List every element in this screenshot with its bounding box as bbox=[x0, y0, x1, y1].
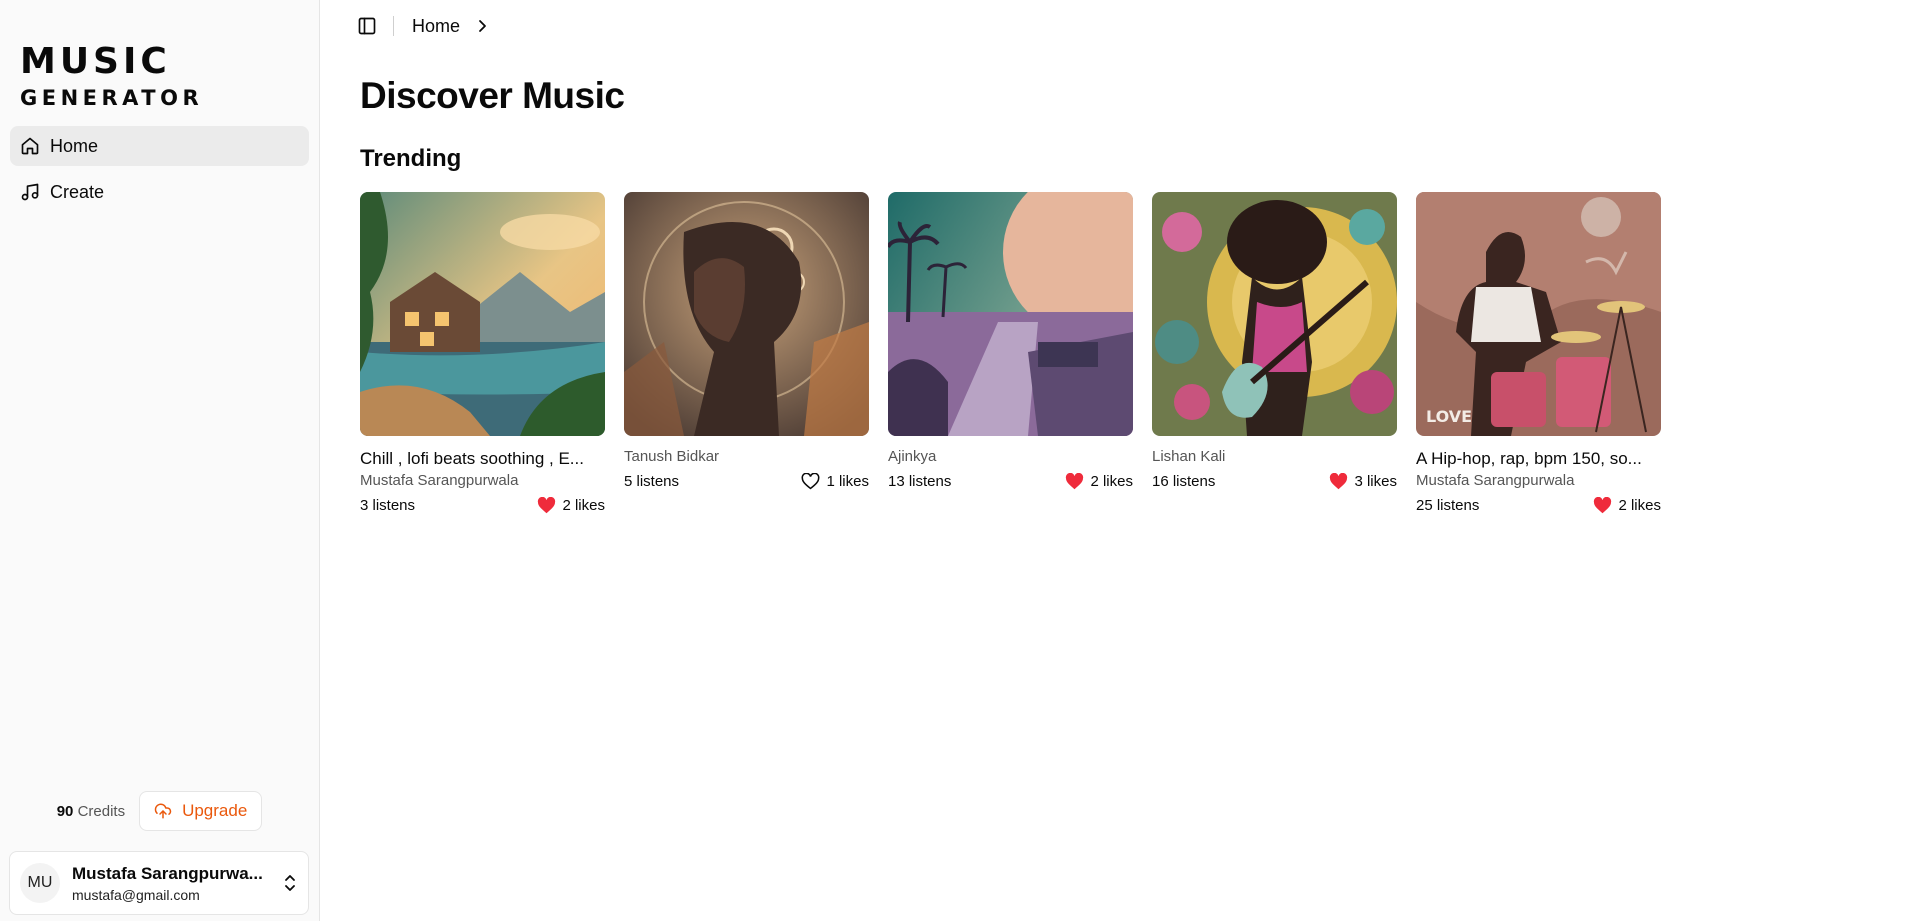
section-title-trending: Trending bbox=[360, 145, 462, 172]
track-cover-image[interactable] bbox=[1152, 192, 1397, 436]
user-email: mustafa@gmail.com bbox=[72, 886, 200, 903]
listens-count: 13 listens bbox=[888, 473, 952, 490]
sidebar-toggle-icon[interactable] bbox=[357, 16, 377, 36]
listens-count: 25 listens bbox=[1416, 497, 1480, 514]
topbar-divider bbox=[393, 16, 394, 36]
likes-count: 2 likes bbox=[562, 497, 605, 514]
credits-display: 90 Credits bbox=[57, 803, 125, 820]
heart-filled-icon bbox=[1329, 473, 1348, 490]
like-button[interactable]: 3 likes bbox=[1329, 473, 1397, 490]
sidebar-item-label: Home bbox=[50, 135, 99, 156]
sidebar-nav: Home Create bbox=[10, 126, 309, 212]
track-card[interactable]: LOVE A Hip-hop, rap, bpm 150, so... Must… bbox=[1416, 192, 1661, 514]
credits-count: 90 bbox=[56, 802, 74, 820]
upgrade-button[interactable]: Upgrade bbox=[139, 791, 263, 831]
track-artist: Mustafa Sarangpurwala bbox=[1416, 472, 1575, 489]
track-card[interactable]: Lishan Kali 16 listens 3 likes bbox=[1152, 192, 1397, 514]
top-bar: Home bbox=[340, 0, 1918, 52]
track-title: Chill , lofi beats soothing , E... bbox=[360, 449, 584, 468]
like-button[interactable]: 1 likes bbox=[801, 473, 869, 490]
track-card[interactable]: Chill , lofi beats soothing , E... Musta… bbox=[360, 192, 605, 514]
main-content: Home Discover Music Trending Chill , lof… bbox=[320, 0, 1918, 921]
likes-count: 3 likes bbox=[1354, 473, 1397, 490]
likes-count: 1 likes bbox=[826, 473, 869, 490]
track-stats: 25 listens 2 likes bbox=[1416, 497, 1661, 514]
upgrade-label: Upgrade bbox=[182, 801, 248, 820]
sidebar: MUSIC GENERATOR Home Create 90 Credits U… bbox=[0, 0, 320, 921]
listens-count: 16 listens bbox=[1152, 473, 1216, 490]
chevron-right-icon bbox=[474, 18, 490, 34]
heart-filled-icon bbox=[537, 497, 556, 514]
heart-outline-icon bbox=[801, 473, 820, 490]
credits-label: Credits bbox=[77, 802, 126, 820]
track-artist: Ajinkya bbox=[888, 448, 937, 465]
track-card[interactable]: Ajinkya 13 listens 2 likes bbox=[888, 192, 1133, 514]
listens-count: 3 listens bbox=[360, 497, 416, 514]
track-stats: 16 listens 3 likes bbox=[1152, 473, 1397, 490]
likes-count: 2 likes bbox=[1618, 497, 1661, 514]
heart-filled-icon bbox=[1065, 473, 1084, 490]
like-button[interactable]: 2 likes bbox=[537, 497, 605, 514]
track-artist: Tanush Bidkar bbox=[624, 448, 720, 465]
app-logo[interactable]: MUSIC GENERATOR bbox=[10, 8, 309, 109]
app-root: MUSIC GENERATOR Home Create 90 Credits U… bbox=[0, 0, 1918, 921]
track-card[interactable]: Tanush Bidkar 5 listens 1 likes bbox=[624, 192, 869, 514]
track-cover-image[interactable] bbox=[624, 192, 869, 436]
track-artist: Mustafa Sarangpurwala bbox=[360, 472, 519, 489]
breadcrumb-home[interactable]: Home bbox=[412, 16, 460, 37]
user-menu[interactable]: MU Mustafa Sarangpurwa... mustafa@gmail.… bbox=[9, 851, 309, 915]
user-name: Mustafa Sarangpurwa... bbox=[72, 863, 263, 883]
sidebar-item-home[interactable]: Home bbox=[10, 126, 309, 166]
sidebar-item-create[interactable]: Create bbox=[10, 172, 309, 212]
sidebar-item-label: Create bbox=[50, 181, 105, 202]
logo-line-1: MUSIC bbox=[20, 41, 171, 82]
track-cover-image[interactable] bbox=[360, 192, 605, 436]
track-cover-image[interactable] bbox=[888, 192, 1133, 436]
chevrons-up-down-icon bbox=[282, 873, 298, 893]
svg-text:LOVE: LOVE bbox=[1426, 407, 1472, 426]
home-icon bbox=[20, 136, 40, 156]
page-title: Discover Music bbox=[360, 75, 625, 116]
likes-count: 2 likes bbox=[1090, 473, 1133, 490]
track-cover-image[interactable]: LOVE bbox=[1416, 192, 1661, 436]
like-button[interactable]: 2 likes bbox=[1593, 497, 1661, 514]
track-stats: 13 listens 2 likes bbox=[888, 473, 1133, 490]
logo-line-2: GENERATOR bbox=[20, 86, 204, 110]
listens-count: 5 listens bbox=[624, 473, 680, 490]
heart-filled-icon bbox=[1593, 497, 1612, 514]
user-info: Mustafa Sarangpurwa... mustafa@gmail.com bbox=[72, 864, 276, 903]
credits-row: 90 Credits Upgrade bbox=[0, 791, 319, 831]
avatar: MU bbox=[20, 863, 60, 903]
track-stats: 5 listens 1 likes bbox=[624, 473, 869, 490]
like-button[interactable]: 2 likes bbox=[1065, 473, 1133, 490]
track-title: A Hip-hop, rap, bpm 150, so... bbox=[1416, 449, 1642, 468]
cloud-upload-icon bbox=[154, 802, 172, 820]
track-artist: Lishan Kali bbox=[1152, 448, 1226, 465]
track-stats: 3 listens 2 likes bbox=[360, 497, 605, 514]
music-note-icon bbox=[20, 182, 40, 202]
track-grid: Chill , lofi beats soothing , E... Musta… bbox=[340, 192, 1918, 514]
